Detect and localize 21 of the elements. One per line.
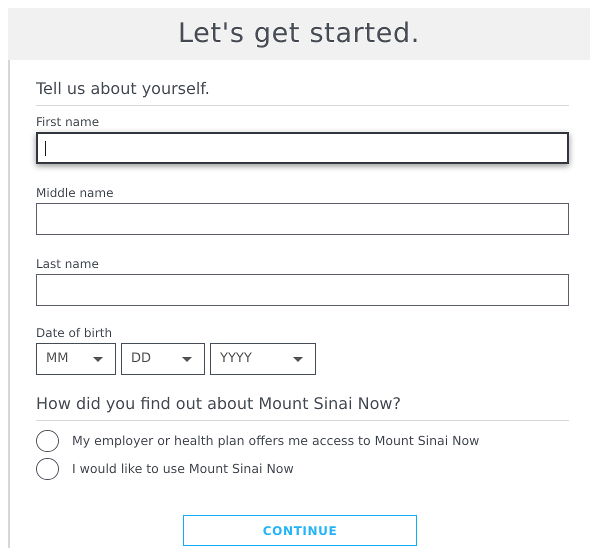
caret-icon [182, 356, 192, 362]
section-title: Tell us about yourself. [36, 78, 211, 100]
field-label: First name [36, 115, 100, 129]
radio-button[interactable] [36, 430, 59, 452]
question-title: How did you find out about Mount Sinai Now? [36, 393, 402, 415]
date-dropdown[interactable]: DD [121, 343, 205, 375]
page-title: Let's get started. [178, 16, 420, 51]
text-field[interactable] [36, 274, 569, 306]
text-field[interactable] [36, 203, 569, 235]
radio-label: My employer or health plan offers me access to Mount Sinai Now [72, 432, 480, 450]
caret-icon [293, 356, 303, 362]
radio-button[interactable] [36, 458, 59, 480]
field-label: Date of birth [36, 326, 114, 340]
field-label: Last name [36, 257, 100, 271]
date-dropdown[interactable]: MM [36, 343, 116, 375]
text-field[interactable] [36, 132, 569, 164]
date-dropdown[interactable]: YYYY [210, 343, 316, 375]
text-cursor [45, 140, 46, 156]
caret-icon [93, 356, 103, 362]
field-label: Middle name [36, 186, 114, 200]
radio-label: I would like to use Mount Sinai Now [72, 460, 294, 478]
